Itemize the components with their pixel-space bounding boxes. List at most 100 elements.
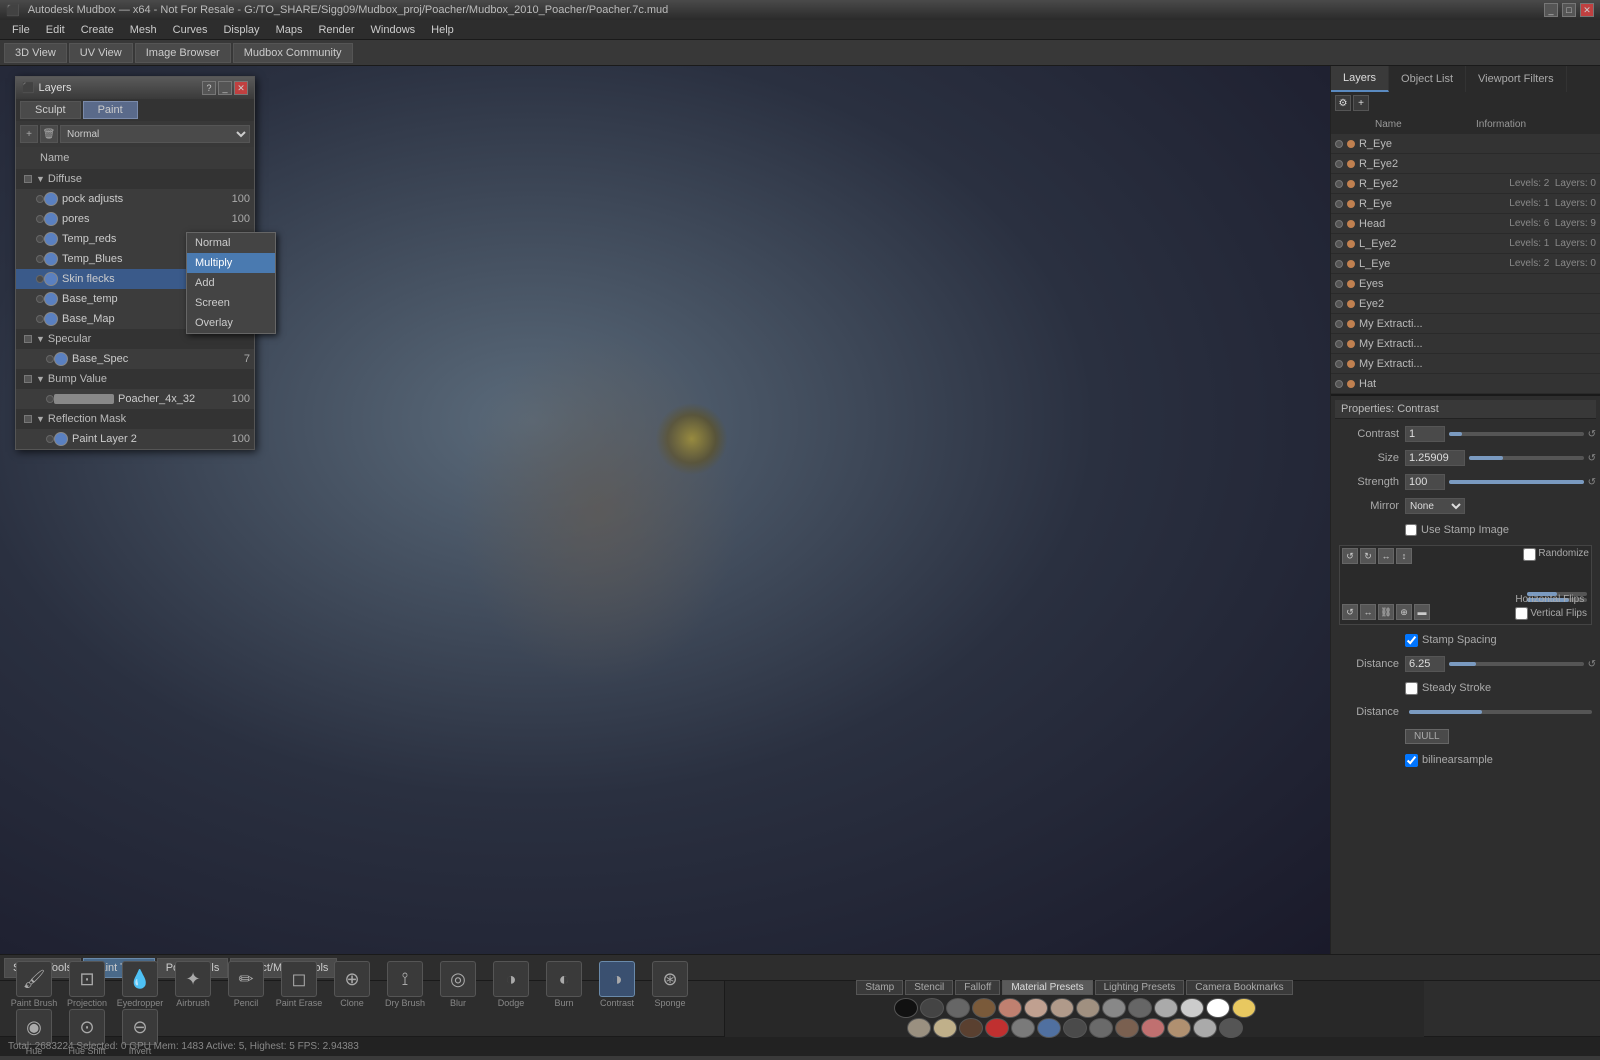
burn-icon[interactable]: ◐ bbox=[546, 961, 582, 997]
layers-tab-sculpt[interactable]: Sculpt bbox=[20, 101, 81, 119]
swatch-1[interactable] bbox=[894, 998, 918, 1018]
stamp-flip-h[interactable]: ↔ bbox=[1378, 548, 1394, 564]
steady-stroke-checkbox[interactable] bbox=[1405, 682, 1418, 695]
prop-strength-input[interactable] bbox=[1405, 474, 1445, 490]
mat-tab-camera-bookmarks[interactable]: Camera Bookmarks bbox=[1186, 980, 1292, 995]
paint-brush-icon[interactable]: 🖌 bbox=[16, 961, 52, 997]
swatch-5[interactable] bbox=[998, 998, 1022, 1018]
swatch-21[interactable] bbox=[907, 1018, 931, 1038]
swatch-27[interactable] bbox=[1063, 1018, 1087, 1038]
stamp-rotate-right[interactable]: ↻ bbox=[1360, 548, 1376, 564]
prop-strength-reset[interactable]: ↺ bbox=[1588, 477, 1596, 488]
swatch-26[interactable] bbox=[1037, 1018, 1061, 1038]
hue-shift-icon[interactable]: ⊙ bbox=[69, 1009, 105, 1045]
swatch-12[interactable] bbox=[1180, 998, 1204, 1018]
right-layer-r-eye2-2[interactable]: R_Eye2 Levels: 2 Layers: 0 bbox=[1331, 174, 1600, 194]
right-layer-l-eye[interactable]: L_Eye Levels: 2 Layers: 0 bbox=[1331, 254, 1600, 274]
stamp-spacing-checkbox[interactable] bbox=[1405, 634, 1418, 647]
eyedropper-icon[interactable]: 💧 bbox=[122, 961, 158, 997]
prop-size-input[interactable] bbox=[1405, 450, 1465, 466]
right-layer-r-eye2-1[interactable]: R_Eye2 bbox=[1331, 154, 1600, 174]
swatch-29[interactable] bbox=[1115, 1018, 1139, 1038]
mat-tab-stencil[interactable]: Stencil bbox=[905, 980, 953, 995]
clone-icon[interactable]: ⊕ bbox=[334, 961, 370, 997]
dry-brush-icon[interactable]: ⟟ bbox=[387, 961, 423, 997]
right-layer-extracti-3[interactable]: My Extracti... bbox=[1331, 354, 1600, 374]
section-reflection-mask[interactable]: ▼ Reflection Mask bbox=[16, 409, 254, 429]
swatch-14[interactable] bbox=[1232, 998, 1256, 1018]
toolbar-uvview[interactable]: UV View bbox=[69, 43, 133, 63]
menu-file[interactable]: File bbox=[4, 22, 38, 38]
prop-distance-reset[interactable]: ↺ bbox=[1588, 659, 1596, 670]
swatch-25[interactable] bbox=[1011, 1018, 1035, 1038]
swatch-11[interactable] bbox=[1154, 998, 1178, 1018]
right-layer-extracti-1[interactable]: My Extracti... bbox=[1331, 314, 1600, 334]
pencil-icon[interactable]: ✏ bbox=[228, 961, 264, 997]
prop-contrast-reset[interactable]: ↺ bbox=[1588, 429, 1596, 440]
right-layer-eye2[interactable]: Eye2 bbox=[1331, 294, 1600, 314]
section-bump-value[interactable]: ▼ Bump Value bbox=[16, 369, 254, 389]
layers-help-button[interactable]: ? bbox=[202, 81, 216, 95]
stamp-rotate-left[interactable]: ↺ bbox=[1342, 548, 1358, 564]
toolbar-3dview[interactable]: 3D View bbox=[4, 43, 67, 63]
blend-option-add[interactable]: Add bbox=[187, 273, 275, 293]
hue-icon[interactable]: ◉ bbox=[16, 1009, 52, 1045]
tool-projection[interactable]: ⊡ Projection bbox=[61, 961, 113, 1008]
layer-poacher[interactable]: Poacher_4x_32 100 bbox=[16, 389, 254, 409]
swatch-3[interactable] bbox=[946, 998, 970, 1018]
sponge-icon[interactable]: ⊛ bbox=[652, 961, 688, 997]
mat-tab-falloff[interactable]: Falloff bbox=[955, 980, 1000, 995]
stamp-flip[interactable]: ↔ bbox=[1360, 604, 1376, 620]
menu-create[interactable]: Create bbox=[73, 22, 122, 38]
tool-sponge[interactable]: ⊛ Sponge bbox=[644, 961, 696, 1008]
menu-edit[interactable]: Edit bbox=[38, 22, 73, 38]
invert-icon[interactable]: ⊖ bbox=[122, 1009, 158, 1045]
close-button[interactable]: ✕ bbox=[1580, 3, 1594, 17]
tool-paint-brush[interactable]: 🖌 Paint Brush bbox=[8, 961, 60, 1008]
prop-strength-slider[interactable] bbox=[1449, 480, 1584, 484]
swatch-33[interactable] bbox=[1219, 1018, 1243, 1038]
stamp-copy[interactable]: ⊕ bbox=[1396, 604, 1412, 620]
stamp-link[interactable]: ⛓ bbox=[1378, 604, 1394, 620]
section-diffuse[interactable]: ▼ Diffuse bbox=[16, 169, 254, 189]
right-layer-hat[interactable]: Hat bbox=[1331, 374, 1600, 394]
tool-contrast[interactable]: ◑ Contrast bbox=[591, 961, 643, 1008]
layers-add-button[interactable]: + bbox=[20, 125, 38, 143]
swatch-10[interactable] bbox=[1128, 998, 1152, 1018]
swatch-32[interactable] bbox=[1193, 1018, 1217, 1038]
layers-close-button[interactable]: ✕ bbox=[234, 81, 248, 95]
menu-windows[interactable]: Windows bbox=[363, 22, 424, 38]
right-layer-l-eye2[interactable]: L_Eye2 Levels: 1 Layers: 0 bbox=[1331, 234, 1600, 254]
right-layer-eyes[interactable]: Eyes bbox=[1331, 274, 1600, 294]
tool-burn[interactable]: ◐ Burn bbox=[538, 961, 590, 1008]
airbrush-icon[interactable]: ✦ bbox=[175, 961, 211, 997]
bilinearsample-checkbox[interactable] bbox=[1405, 754, 1418, 767]
stamp-clear[interactable]: ▬ bbox=[1414, 604, 1430, 620]
layers-minimize-button[interactable]: _ bbox=[218, 81, 232, 95]
blend-option-screen[interactable]: Screen bbox=[187, 293, 275, 313]
randomize-checkbox[interactable] bbox=[1523, 548, 1536, 561]
swatch-23[interactable] bbox=[959, 1018, 983, 1038]
maximize-button[interactable]: □ bbox=[1562, 3, 1576, 17]
toolbar-mudbox-community[interactable]: Mudbox Community bbox=[233, 43, 353, 63]
menu-maps[interactable]: Maps bbox=[268, 22, 311, 38]
right-panel-settings-button[interactable]: ⚙ bbox=[1335, 95, 1351, 111]
stamp-rotate2[interactable]: ↺ bbox=[1342, 604, 1358, 620]
menu-curves[interactable]: Curves bbox=[165, 22, 216, 38]
layers-tab-paint[interactable]: Paint bbox=[83, 101, 138, 119]
prop-contrast-slider[interactable] bbox=[1449, 432, 1584, 436]
prop-distance-slider[interactable] bbox=[1449, 662, 1584, 666]
mat-tab-material-presets[interactable]: Material Presets bbox=[1002, 980, 1092, 995]
vertical-flips-checkbox[interactable] bbox=[1515, 607, 1528, 620]
projection-icon[interactable]: ⊡ bbox=[69, 961, 105, 997]
tool-airbrush[interactable]: ✦ Airbrush bbox=[167, 961, 219, 1008]
menu-render[interactable]: Render bbox=[310, 22, 362, 38]
blend-option-multiply[interactable]: Multiply bbox=[187, 253, 275, 273]
prop-steady-distance-slider[interactable] bbox=[1409, 710, 1592, 714]
tool-pencil[interactable]: ✏ Pencil bbox=[220, 961, 272, 1008]
layer-pock-adjusts[interactable]: pock adjusts 100 bbox=[16, 189, 254, 209]
mat-tab-stamp[interactable]: Stamp bbox=[856, 980, 903, 995]
swatch-9[interactable] bbox=[1102, 998, 1126, 1018]
swatch-28[interactable] bbox=[1089, 1018, 1113, 1038]
blur-icon[interactable]: ◎ bbox=[440, 961, 476, 997]
